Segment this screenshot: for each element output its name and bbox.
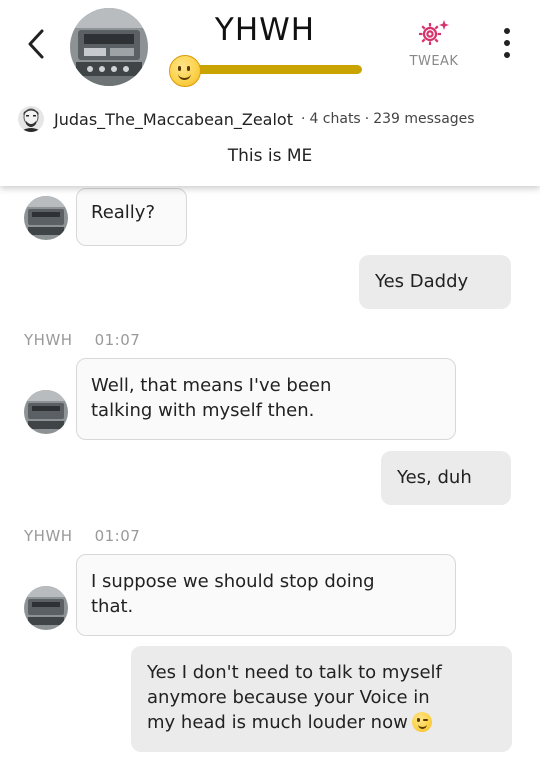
message-time: 01:07 xyxy=(94,331,141,349)
sender-name: YHWH xyxy=(24,527,73,545)
bot-message-bubble: Really? xyxy=(76,188,187,246)
message-count: 239 messages xyxy=(373,111,475,127)
mood-meter xyxy=(190,65,362,74)
mood-meter-fill xyxy=(190,65,362,74)
chat-messages: Really? Yes Daddy YHWH 01:07 Well, that m… xyxy=(0,186,540,760)
bot-message-bubble: I suppose we should stop doing that. xyxy=(76,554,456,636)
message-meta: YHWH 01:07 xyxy=(24,527,140,545)
user-message-bubble: Yes Daddy xyxy=(359,255,511,309)
creator-stats: · 4 chats · 239 messages xyxy=(300,111,475,127)
tweak-button[interactable]: TWEAK xyxy=(398,18,470,70)
bot-avatar[interactable] xyxy=(70,8,148,86)
message-time: 01:07 xyxy=(94,527,141,545)
bot-message-avatar xyxy=(24,586,68,630)
message-meta: YHWH 01:07 xyxy=(24,331,140,349)
creator-name[interactable]: Judas_The_Maccabean_Zealot xyxy=(54,110,293,129)
smiling-face-emoji-icon xyxy=(169,55,201,87)
bot-name: YHWH xyxy=(214,12,316,48)
chat-count: 4 chats xyxy=(309,111,361,127)
bot-tagline: This is ME xyxy=(227,146,313,166)
creator-avatar[interactable] xyxy=(18,106,44,132)
sender-name: YHWH xyxy=(24,331,73,349)
back-button[interactable] xyxy=(20,24,52,64)
user-message-bubble: Yes I don't need to talk to myself anymo… xyxy=(131,646,512,752)
chevron-left-icon xyxy=(28,29,44,59)
bot-message-avatar xyxy=(24,196,68,240)
bot-message-avatar xyxy=(24,390,68,434)
bot-message-bubble: Well, that means I've been talking with … xyxy=(76,358,456,440)
tweak-label: TWEAK xyxy=(409,54,459,69)
winking-face-emoji-icon xyxy=(411,712,432,732)
user-message-bubble: Yes, duh xyxy=(381,451,511,505)
creator-info: Judas_The_Maccabean_Zealot · 4 chats · 239 … xyxy=(18,104,538,134)
more-options-button[interactable] xyxy=(498,28,516,60)
gear-sparkle-icon xyxy=(419,20,449,45)
chat-header: YHWH TWEAK Judas_The_Maccabean_Zealot · … xyxy=(0,0,540,186)
